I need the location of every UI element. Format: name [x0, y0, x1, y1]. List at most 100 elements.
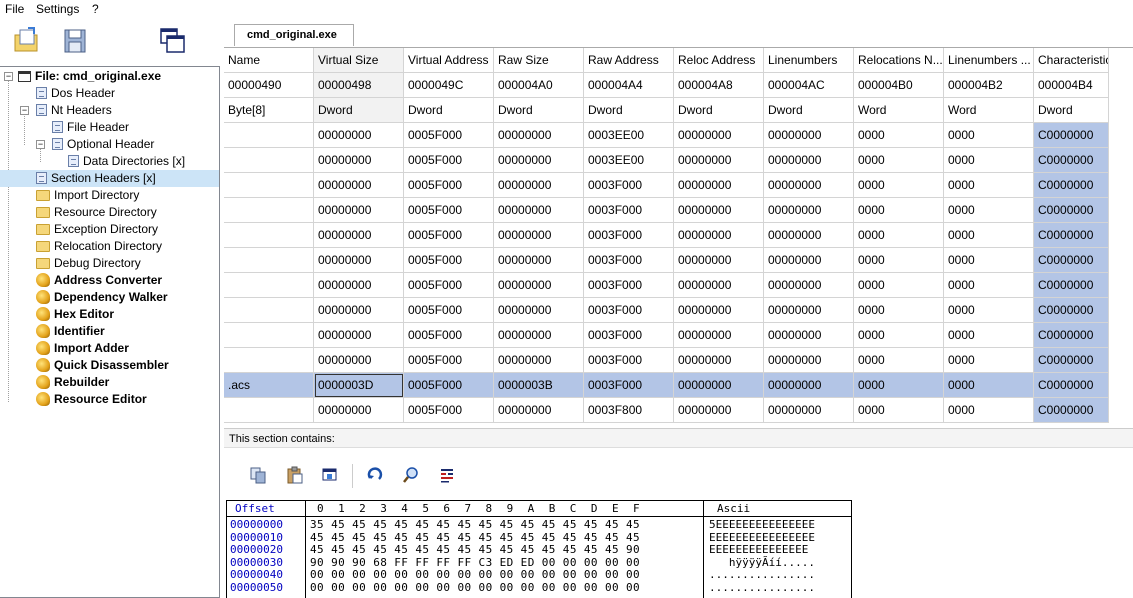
column-header[interactable]: Characteristics	[1034, 48, 1109, 73]
section-cell[interactable]: 00000000	[674, 223, 764, 248]
section-cell[interactable]	[224, 348, 314, 373]
column-header[interactable]: Virtual Address	[404, 48, 494, 73]
copy-icon[interactable]	[249, 466, 267, 484]
section-cell[interactable]: 0003F000	[584, 223, 674, 248]
section-cell[interactable]: 00000000	[494, 248, 584, 273]
section-cell[interactable]: 00000000	[674, 398, 764, 423]
column-header[interactable]: Linenumbers ...	[944, 48, 1034, 73]
section-cell[interactable]: 00000000	[764, 173, 854, 198]
section-cell[interactable]: 00000000	[764, 323, 854, 348]
section-cell[interactable]: 00000000	[674, 348, 764, 373]
section-cell[interactable]: 0005F000	[404, 373, 494, 398]
column-header[interactable]: Reloc Address	[674, 48, 764, 73]
windows-icon[interactable]	[158, 26, 188, 56]
window-edit-icon[interactable]	[321, 466, 339, 484]
section-cell[interactable]: C0000000	[1034, 173, 1109, 198]
section-cell[interactable]: 00000000	[674, 123, 764, 148]
section-cell[interactable]: C0000000	[1034, 148, 1109, 173]
tree-item-resource-directory[interactable]: Resource Directory	[36, 204, 157, 221]
section-cell[interactable]: 0000003B	[494, 373, 584, 398]
column-header[interactable]: Name	[224, 48, 314, 73]
hex-ascii[interactable]: EEEEEEEEEEEEEEE	[709, 544, 808, 557]
tree-item-dos-header[interactable]: Dos Header	[36, 85, 115, 102]
open-file-icon[interactable]	[12, 26, 42, 56]
section-cell[interactable]: C0000000	[1034, 248, 1109, 273]
section-cell[interactable]: 0000	[944, 298, 1034, 323]
section-cell[interactable]: C0000000	[1034, 348, 1109, 373]
section-cell[interactable]: 00000000	[674, 198, 764, 223]
section-row[interactable]: 00000000 0005F000 00000000 0003F000 00000000…	[224, 323, 1109, 348]
section-cell[interactable]: 0000	[944, 148, 1034, 173]
section-cell[interactable]: 00000000	[314, 173, 404, 198]
hex-view[interactable]: Offset 0 1 2 3 4 5 6 7 8 9 A B C D E F A…	[226, 500, 852, 598]
section-cell[interactable]: 0000	[944, 248, 1034, 273]
section-cell[interactable]: 00000000	[674, 248, 764, 273]
section-cell[interactable]: C0000000	[1034, 323, 1109, 348]
section-cell[interactable]: 0005F000	[404, 298, 494, 323]
hex-row[interactable]: 00000000 35 45 45 45 45 45 45 45 45 45 45…	[227, 518, 851, 532]
section-cell[interactable]: 0000	[854, 198, 944, 223]
section-cell[interactable]: 00000000	[314, 223, 404, 248]
section-cell[interactable]: 0003EE00	[584, 148, 674, 173]
hex-bytes[interactable]: 45 45 45 45 45 45 45 45 45 45 45 45 45 4…	[310, 544, 640, 557]
hex-row[interactable]: 00000050 00 00 00 00 00 00 00 00 00 00 00…	[227, 581, 851, 595]
tree-item-import-adder[interactable]: Import Adder	[36, 340, 129, 357]
tree-item-debug-directory[interactable]: Debug Directory	[36, 255, 141, 272]
section-cell[interactable]: 00000000	[764, 373, 854, 398]
tree-item-section-headers[interactable]: Section Headers [x]	[0, 170, 219, 187]
section-cell[interactable]: .acs	[224, 373, 314, 398]
section-row[interactable]: 00000000 0005F000 00000000 0003F000 00000000…	[224, 273, 1109, 298]
section-cell[interactable]: 0000	[854, 248, 944, 273]
section-cell[interactable]: C0000000	[1034, 223, 1109, 248]
section-row[interactable]: 00000000 0005F000 00000000 0003F000 00000000…	[224, 173, 1109, 198]
hex-ascii[interactable]: ................	[709, 581, 815, 595]
section-cell[interactable]: 00000000	[674, 173, 764, 198]
section-cell[interactable]: 0003EE00	[584, 123, 674, 148]
section-cell[interactable]: 0000	[854, 323, 944, 348]
tree-item-resource-editor[interactable]: Resource Editor	[36, 391, 147, 408]
collapse-toggle[interactable]: −	[20, 106, 29, 115]
section-cell[interactable]: 0000	[944, 373, 1034, 398]
tree-item-exception-directory[interactable]: Exception Directory	[36, 221, 158, 238]
section-cell[interactable]: 0000	[944, 223, 1034, 248]
section-cell[interactable]: 0005F000	[404, 323, 494, 348]
tree-item-quick-disassembler[interactable]: Quick Disassembler	[36, 357, 169, 374]
column-header-row[interactable]: Name Virtual Size Virtual Address Raw Size R…	[224, 48, 1109, 73]
section-row[interactable]: .acs 0000003D 0005F000 0000003B 0003F000 0000…	[224, 373, 1109, 398]
offset-row[interactable]: 00000490 00000498 0000049C 000004A0 000004A4…	[224, 73, 1109, 98]
section-cell[interactable]: 0005F000	[404, 348, 494, 373]
tree-item-relocation-directory[interactable]: Relocation Directory	[36, 238, 162, 255]
section-cell[interactable]	[224, 398, 314, 423]
section-cell[interactable]: 00000000	[764, 123, 854, 148]
section-cell[interactable]: 0003F000	[584, 173, 674, 198]
section-cell[interactable]: 0000	[944, 398, 1034, 423]
section-cell[interactable]: 00000000	[314, 248, 404, 273]
section-cell[interactable]: 00000000	[314, 298, 404, 323]
section-cell[interactable]: 0000	[854, 298, 944, 323]
section-cell[interactable]: 0000	[944, 123, 1034, 148]
section-cell[interactable]: 00000000	[494, 348, 584, 373]
section-cell[interactable]	[224, 248, 314, 273]
section-cell[interactable]: 0000	[944, 273, 1034, 298]
hex-bytes[interactable]: 35 45 45 45 45 45 45 45 45 45 45 45 45 4…	[310, 518, 640, 532]
section-row[interactable]: 00000000 0005F000 00000000 0003EE00 00000000…	[224, 148, 1109, 173]
section-cell[interactable]: 00000000	[494, 398, 584, 423]
section-cell[interactable]: 00000000	[314, 123, 404, 148]
section-cell[interactable]: 0003F000	[584, 273, 674, 298]
section-row[interactable]: 00000000 0005F000 00000000 0003F800 00000000…	[224, 398, 1109, 423]
menu-file[interactable]: File	[5, 2, 24, 16]
section-cell[interactable]: C0000000	[1034, 398, 1109, 423]
section-row[interactable]: 00000000 0005F000 00000000 0003F000 00000000…	[224, 248, 1109, 273]
paste-icon[interactable]	[286, 466, 304, 484]
section-cell[interactable]: 00000000	[494, 323, 584, 348]
section-cell[interactable]: 00000000	[314, 323, 404, 348]
section-cell[interactable]: 00000000	[494, 273, 584, 298]
section-cell[interactable]: 00000000	[764, 248, 854, 273]
tree-item-data-directories[interactable]: Data Directories [x]	[68, 153, 185, 170]
section-cell[interactable]: 0000	[854, 398, 944, 423]
section-cell[interactable]: 0000	[944, 323, 1034, 348]
section-cell[interactable]	[224, 273, 314, 298]
section-cell[interactable]: 00000000	[764, 223, 854, 248]
section-row[interactable]: 00000000 0005F000 00000000 0003EE00 00000000…	[224, 123, 1109, 148]
section-cell[interactable]	[224, 298, 314, 323]
